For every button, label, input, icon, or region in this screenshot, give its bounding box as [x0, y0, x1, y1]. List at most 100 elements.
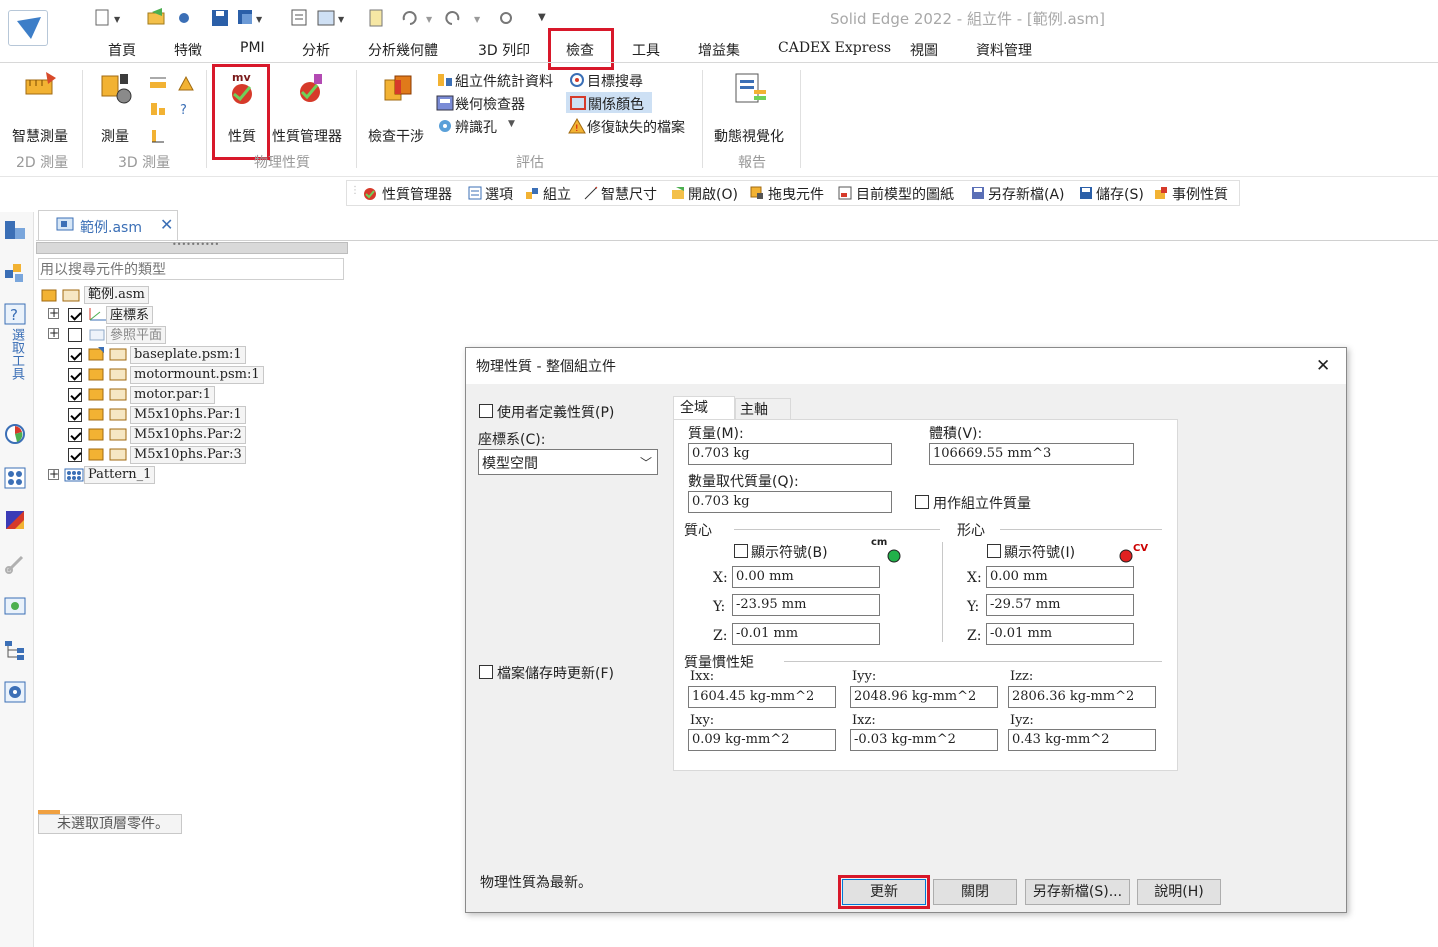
user-defined-label[interactable]: 使用者定義性質(P): [497, 402, 614, 422]
tab-pmi[interactable]: PMI: [240, 40, 265, 56]
asm-stats-icon[interactable]: [436, 72, 454, 92]
iyy-field[interactable]: 2048.96 kg-mm^2: [850, 686, 998, 708]
tab-global[interactable]: 全域: [680, 397, 708, 417]
planes-checkbox[interactable]: [68, 328, 82, 342]
save-all-icon[interactable]: [238, 10, 252, 24]
undo-icon[interactable]: [402, 11, 417, 25]
show-cv-symbol-checkbox[interactable]: [987, 544, 1001, 558]
window-icon[interactable]: [317, 10, 335, 26]
ixy-field[interactable]: 0.09 kg-mm^2: [688, 729, 836, 751]
tb-save-icon[interactable]: [1078, 185, 1094, 205]
help-button[interactable]: 說明(H): [1137, 879, 1221, 905]
tree-item-screw3[interactable]: M5x10phs.Par:3: [130, 446, 246, 464]
relation-colors-icon[interactable]: [569, 95, 587, 115]
cv-y-field[interactable]: -29.57 mm: [986, 594, 1134, 616]
measure-label[interactable]: 測量: [101, 126, 129, 146]
app-logo[interactable]: [8, 10, 48, 46]
tb-save-as-icon[interactable]: [970, 185, 986, 205]
tb-props-manager[interactable]: 性質管理器: [382, 184, 452, 204]
tree-item-screw2[interactable]: M5x10phs.Par:2: [130, 426, 246, 444]
save-icon[interactable]: [212, 10, 228, 26]
tb-smart-dim-icon[interactable]: [583, 185, 599, 205]
show-cv-symbol-label[interactable]: 顯示符號(I): [1004, 542, 1075, 562]
color-manager-icon[interactable]: [3, 422, 27, 446]
structure-icon[interactable]: [3, 638, 27, 662]
asm-stats-label[interactable]: 組立件統計資料: [455, 71, 553, 91]
screw2-checkbox[interactable]: [68, 428, 82, 442]
izz-field[interactable]: 2806.36 kg-mm^2: [1008, 686, 1156, 708]
identify-holes-label[interactable]: 辨識孔: [455, 117, 497, 137]
check-interference-icon[interactable]: [382, 72, 416, 110]
open-file-icon[interactable]: [147, 8, 165, 25]
smart-measure-label[interactable]: 智慧測量: [12, 126, 68, 146]
measure-angle-icon[interactable]: [176, 74, 196, 96]
ixz-field[interactable]: -0.03 kg-mm^2: [850, 729, 998, 751]
motor-checkbox[interactable]: [68, 388, 82, 402]
select-tools-label[interactable]: 選取工具: [7, 328, 26, 380]
measure-distance-icon[interactable]: [148, 74, 168, 96]
screw3-checkbox[interactable]: [68, 448, 82, 462]
tb-assemble[interactable]: 組立: [543, 184, 571, 204]
new-file-icon[interactable]: [95, 9, 109, 26]
tab-cadex[interactable]: CADEX Express: [778, 40, 891, 56]
chevron-down-icon[interactable]: ﹀: [640, 454, 652, 471]
layers-icon[interactable]: [3, 466, 27, 490]
cv-x-field[interactable]: 0.00 mm: [986, 566, 1134, 588]
iyz-field[interactable]: 0.43 kg-mm^2: [1008, 729, 1156, 751]
mass-override-field[interactable]: 0.703 kg: [688, 491, 892, 513]
tab-analyze-geometry[interactable]: 分析幾何體: [368, 40, 438, 60]
doc-tab-name[interactable]: 範例.asm: [80, 217, 142, 237]
relations-icon[interactable]: [3, 552, 27, 576]
measure-icon[interactable]: [98, 70, 136, 110]
tab-3d-print[interactable]: 3D 列印: [478, 40, 530, 60]
properties-list-icon[interactable]: [291, 9, 307, 26]
identify-holes-icon[interactable]: [436, 118, 454, 138]
tab-features[interactable]: 特徵: [174, 40, 202, 60]
parts-library-icon[interactable]: [3, 260, 27, 284]
tab-home[interactable]: 首頁: [108, 40, 136, 60]
tb-options[interactable]: 選項: [485, 184, 513, 204]
target-search-icon[interactable]: [568, 72, 586, 92]
cm-x-field[interactable]: 0.00 mm: [732, 566, 880, 588]
show-cm-symbol-label[interactable]: 顯示符號(B): [751, 542, 828, 562]
tb-save[interactable]: 儲存(S): [1096, 184, 1144, 204]
tb-props-manager-icon[interactable]: [362, 185, 378, 205]
dynamic-viz-label[interactable]: 動態視覺化: [714, 126, 784, 146]
measure-min-distance-icon[interactable]: [148, 100, 168, 122]
cm-z-field[interactable]: -0.01 mm: [732, 623, 880, 645]
tree-item-planes[interactable]: 參照平面: [106, 326, 167, 344]
tb-open[interactable]: 開啟(O): [688, 184, 738, 204]
repair-missing-label[interactable]: 修復缺失的檔案: [587, 117, 685, 137]
identify-holes-dropdown[interactable]: ▼: [508, 119, 515, 129]
pathfinder-icon[interactable]: [3, 218, 27, 242]
show-cm-symbol-checkbox[interactable]: [734, 544, 748, 558]
tb-occurrence-props-icon[interactable]: [1153, 185, 1169, 205]
mass-field[interactable]: 0.703 kg: [688, 443, 892, 465]
measure-help-icon[interactable]: ?: [176, 100, 196, 122]
coord-checkbox[interactable]: [68, 308, 82, 322]
tab-add-ins[interactable]: 增益集: [698, 40, 740, 60]
save-as-button[interactable]: 另存新檔(S)...: [1025, 879, 1130, 905]
tree-item-motor[interactable]: motor.par:1: [130, 386, 216, 404]
views-icon[interactable]: [3, 594, 27, 618]
tree-item-screw1[interactable]: M5x10phs.Par:1: [130, 406, 246, 424]
tab-tools[interactable]: 工具: [632, 40, 660, 60]
select-tools-icon[interactable]: ?: [3, 302, 27, 326]
tb-drag-component[interactable]: 拖曳元件: [768, 184, 824, 204]
tb-save-as[interactable]: 另存新檔(A): [988, 184, 1065, 204]
document-icon[interactable]: [369, 9, 383, 27]
screw1-checkbox[interactable]: [68, 408, 82, 422]
tree-item-coord[interactable]: 座標系: [106, 306, 154, 324]
tab-principal-axes[interactable]: 主軸: [740, 399, 768, 419]
measure-area-icon[interactable]: [148, 126, 168, 148]
doc-tab-close-icon[interactable]: ✕: [160, 215, 173, 234]
use-as-asm-mass-checkbox[interactable]: [915, 495, 929, 509]
cm-y-field[interactable]: -23.95 mm: [732, 594, 880, 616]
link-icon[interactable]: [500, 12, 512, 24]
properties-manager-icon[interactable]: [296, 72, 326, 110]
tb-options-icon[interactable]: [467, 185, 483, 205]
baseplate-checkbox[interactable]: [68, 348, 82, 362]
expand-pattern-icon[interactable]: +: [48, 468, 59, 480]
dynamic-viz-icon[interactable]: [734, 72, 770, 110]
tb-open-icon[interactable]: [670, 185, 686, 205]
